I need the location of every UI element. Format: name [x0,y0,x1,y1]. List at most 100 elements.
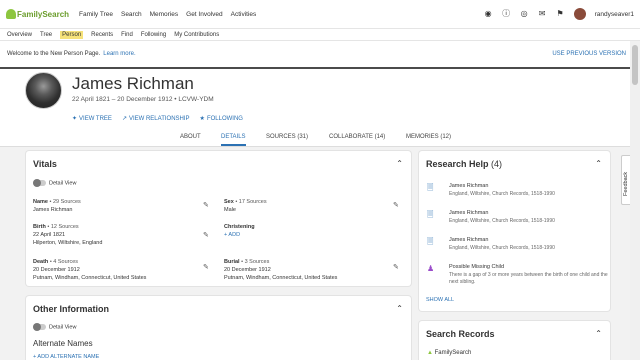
person-tabs: ABOUT DETAILS SOURCES (31) COLLABORATE (… [0,129,630,147]
birth-date: 22 April 1821 [33,232,66,238]
tab-about[interactable]: ABOUT [180,134,201,140]
vital-birth[interactable]: Birth • 12 Sources 22 April 1821 Hilpert… [33,223,102,247]
edit-sex-pencil-icon[interactable]: ✎ [393,201,399,209]
subnav-my-contributions[interactable]: My Contributions [174,32,219,38]
edit-name-pencil-icon[interactable]: ✎ [203,201,209,209]
burial-sources: • 3 Sources [241,259,270,265]
collapse-chevron-icon[interactable]: ⌃ [396,159,403,168]
learn-more-link[interactable]: Learn more. [103,51,135,57]
nav-memories[interactable]: Memories [150,11,179,18]
scrollbar-thumb[interactable] [632,45,638,85]
vital-burial[interactable]: Burial • 3 Sources 20 December 1912 Putn… [224,258,337,282]
name-label: Name [33,199,48,205]
main-nav: Family Tree Search Memories Get Involved… [79,11,256,18]
subnav-find[interactable]: Find [121,32,133,38]
show-all-link[interactable]: SHOW ALL [426,297,454,303]
research-help-title-text: Research Help [426,159,489,169]
detail-view-label: Detail View [49,180,77,187]
top-icons: ◉ ⓘ ◎ ✉ ⚑ randyseaver1 [484,8,634,20]
hint-title: Possible Missing Child [449,264,505,270]
tab-collaborate[interactable]: COLLABORATE (14) [329,134,385,140]
notifications-icon[interactable]: ⚑ [556,10,565,19]
edit-death-pencil-icon[interactable]: ✎ [203,263,209,271]
subnav-tree[interactable]: Tree [40,32,52,38]
add-alternate-name-button[interactable]: + ADD ALTERNATE NAME [33,354,99,360]
collapse-chevron-icon[interactable]: ⌃ [595,159,602,168]
hint-title: James Richman [449,237,489,243]
detail-view-toggle[interactable]: Detail View [33,323,76,331]
collapse-chevron-icon[interactable]: ⌃ [595,329,602,338]
missing-child-icon: ♟ [427,264,435,273]
christening-label: Christening [224,224,255,230]
burial-date: 20 December 1912 [224,267,271,273]
other-information-card: Other Information ⌃ Detail View Alternat… [26,296,411,360]
vital-christening: Christening + ADD [224,223,255,239]
collapse-chevron-icon[interactable]: ⌃ [396,304,403,313]
tree-icon: ✦ [72,116,78,122]
vital-sex[interactable]: Sex • 17 Sources Male [224,198,267,214]
subnav-recents[interactable]: Recents [91,32,113,38]
toggle-switch[interactable] [33,323,46,331]
tree-logo-icon [6,9,16,19]
top-navigation: FamilySearch Family Tree Search Memories… [0,0,640,28]
view-tree-button[interactable]: ✦ VIEW TREE [72,115,112,122]
hint-subtitle: England, Wiltshire, Church Records, 1518… [449,244,555,251]
research-help-card: Research Help (4) ⌃ 🗏 James Richman Engla… [419,151,610,311]
familysearch-search-link[interactable]: ▲ FamilySearch [427,350,471,356]
hint-subtitle: There is a gap of 3 or more years betwee… [449,271,608,286]
person-id[interactable]: LCVW-YDM [178,96,213,103]
toggle-switch[interactable] [33,179,46,187]
location-icon[interactable]: ◉ [484,10,493,19]
nav-search[interactable]: Search [121,11,142,18]
record-hint-icon: 🗏 [427,183,434,192]
person-name: James Richman [72,74,194,93]
nav-get-involved[interactable]: Get Involved [186,11,223,18]
page-scrollbar[interactable] [630,41,640,360]
edit-birth-pencil-icon[interactable]: ✎ [203,231,209,239]
use-previous-version-link[interactable]: USE PREVIOUS VERSION [552,51,626,57]
vital-death[interactable]: Death • 4 Sources 20 December 1912 Putna… [33,258,146,282]
following-button[interactable]: ★ FOLLOWING [200,115,243,122]
sex-value: Male [224,207,236,213]
name-sources: • 29 Sources [49,199,81,205]
familysearch-search-label: FamilySearch [434,350,472,356]
subnav-following[interactable]: Following [141,32,166,38]
burial-label: Burial [224,259,240,265]
hint-subtitle: England, Wiltshire, Church Records, 1518… [449,190,555,197]
help-icon[interactable]: ⓘ [502,10,511,19]
vitals-title: Vitals [33,159,57,169]
detail-view-toggle[interactable]: Detail View [33,179,77,187]
tab-memories[interactable]: MEMORIES (12) [406,134,451,140]
record-hint-icon: 🗏 [427,237,434,246]
death-place: Putnam, Windham, Connecticut, United Sta… [33,275,147,281]
nav-family-tree[interactable]: Family Tree [79,11,113,18]
birth-sources: • 12 Sources [47,224,79,230]
star-icon: ★ [199,116,205,122]
search-records-card: Search Records ⌃ ▲ FamilySearch [419,321,610,360]
username[interactable]: randyseaver1 [595,11,634,18]
person-portrait[interactable] [25,72,62,109]
add-christening-button[interactable]: + ADD [224,232,240,238]
familysearch-tree-icon: ▲ [427,350,433,356]
familysearch-logo[interactable]: FamilySearch [6,9,69,19]
hint-title: James Richman [449,210,489,216]
subnav-overview[interactable]: Overview [7,32,32,38]
sex-label: Sex [224,199,234,205]
other-information-title: Other Information [33,304,109,314]
person-actions: ✦ VIEW TREE ↗ VIEW RELATIONSHIP ★ FOLLOWING [72,115,243,122]
death-sources: • 4 Sources [49,259,79,265]
tab-details[interactable]: DETAILS [221,134,246,146]
nav-activities[interactable]: Activities [231,11,257,18]
birth-label: Birth [33,224,46,230]
record-hint-icon: 🗏 [427,210,434,219]
view-relationship-button[interactable]: ↗ VIEW RELATIONSHIP [122,115,190,122]
vitals-card: Vitals ⌃ Detail View Name • 29 Sources J… [26,151,411,286]
avatar[interactable] [573,8,586,20]
tab-sources[interactable]: SOURCES (31) [266,134,308,140]
globe-icon[interactable]: ◎ [520,10,529,19]
banner-text: Welcome to the New Person Page. [7,51,101,57]
subnav-person[interactable]: Person [60,30,84,39]
edit-burial-pencil-icon[interactable]: ✎ [393,263,399,271]
messages-icon[interactable]: ✉ [538,10,547,19]
vital-name[interactable]: Name • 29 Sources James Richman [33,198,81,214]
